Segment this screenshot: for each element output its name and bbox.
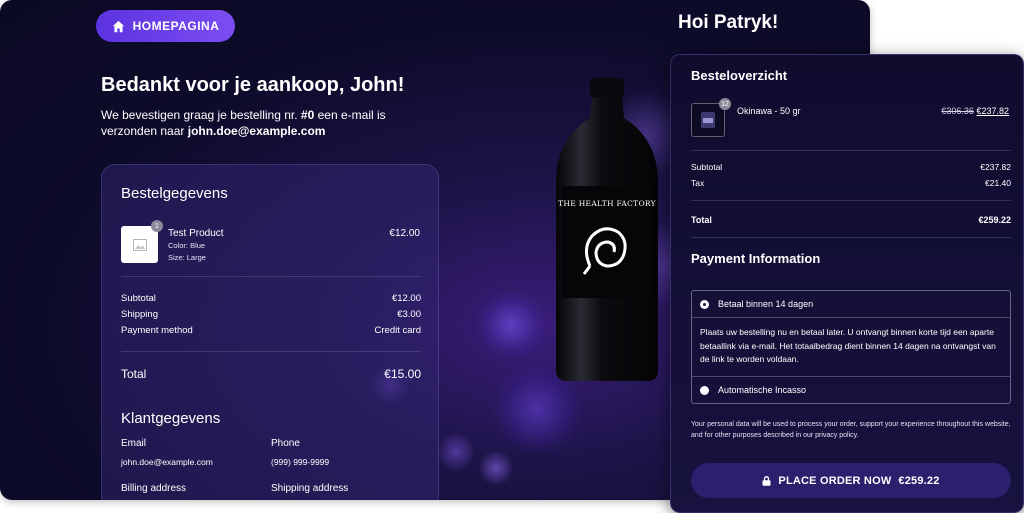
product-jar-image [701,112,715,128]
payment-method-value: Credit card [374,325,421,336]
summary-product-price: €306.36 €237.82 [941,106,1009,116]
place-order-button[interactable]: PLACE ORDER NOW €259.22 [691,463,1011,498]
customer-details-heading: Klantgegevens [121,410,221,427]
total-row: Total €15.00 [121,367,421,381]
old-price: €306.36 [941,106,974,116]
subtotal-label: Subtotal [121,293,156,304]
payment-option-pay-later[interactable]: Betaal binnen 14 dagen [692,291,1010,318]
subtotal-row: Subtotal €12.00 [121,293,421,304]
payment-option-direct-debit-label: Automatische Incasso [718,385,807,395]
place-order-label: PLACE ORDER NOW [778,474,892,487]
order-details-card: Bestelgegevens 1 Test Product Color: Blu… [101,164,439,500]
radio-selected[interactable] [700,299,709,309]
decorative-orb [478,450,514,486]
order-summary-title: Besteloverzicht [691,68,788,83]
decorative-orb [436,432,476,472]
shipping-address-label: Shipping address [271,483,349,494]
customer-phone-label: Phone [271,438,300,449]
quantity-badge: 1 [151,220,163,232]
confirmation-email: john.doe@example.com [187,124,326,138]
divider [691,200,1011,201]
billing-address-label: Billing address [121,483,187,494]
confirmation-message: We bevestigen graag je bestelling nr. #0… [101,107,431,139]
order-number: #0 [300,108,315,122]
decorative-orb [476,290,546,360]
shipping-value: €3.00 [397,309,421,320]
summary-subtotal-label: Subtotal [691,162,723,172]
checkout-summary-window: Besteloverzicht 12 Okinawa - 50 gr €306.… [670,54,1024,513]
order-details-heading: Bestelgegevens [121,185,228,202]
payment-option-description: Plaats uw bestelling nu en betaal later.… [700,327,996,364]
summary-tax-row: Tax €21.40 [691,178,1011,188]
greeting: Hoi Patryk! [678,12,779,33]
place-order-amount: €259.22 [898,474,940,487]
summary-total-row: Total €259.22 [691,215,1011,225]
summary-quantity-badge: 12 [719,98,731,110]
product-name: Test Product [168,228,224,239]
image-placeholder-icon [132,238,147,251]
payment-method-row: Payment method Credit card [121,325,421,336]
home-icon [112,20,124,32]
product-price: €12.00 [389,228,420,239]
payment-option-direct-debit[interactable]: Automatische Incasso [692,376,1010,403]
summary-subtotal-value: €237.82 [980,162,1011,172]
privacy-notice: Your personal data will be used to proce… [691,421,1011,439]
shipping-row: Shipping €3.00 [121,309,421,320]
radio-unselected[interactable] [700,385,709,395]
payment-information-title: Payment Information [691,251,821,266]
product-color: Color: Blue [168,241,206,250]
new-price: €237.82 [976,106,1009,116]
confirmation-line-pre: We bevestigen graag je bestelling nr. [101,108,298,122]
page-title: Bedankt voor je aankoop, John! [101,74,405,96]
summary-total-label: Total [691,215,712,225]
summary-subtotal-row: Subtotal €237.82 [691,162,1011,172]
payment-method-label: Payment method [121,325,193,336]
summary-tax-value: €21.40 [985,178,1011,188]
divider [121,351,421,352]
bottle-brand-text: THE HEALTH FACTORY [558,199,657,208]
product-thumbnail [121,226,158,263]
summary-total-value: €259.22 [978,215,1011,225]
total-value: €15.00 [384,367,421,381]
total-label: Total [121,367,147,381]
shipping-label: Shipping [121,309,158,320]
home-button[interactable]: HOMEPAGINA [96,10,235,42]
product-bottle-image: THE HEALTH FACTORY [556,78,658,381]
payment-option-pay-later-label: Betaal binnen 14 dagen [718,299,814,309]
summary-product-name: Okinawa - 50 gr [737,106,801,116]
lock-icon [762,475,771,486]
summary-tax-label: Tax [691,178,705,188]
payment-options: Betaal binnen 14 dagen Plaats uw bestell… [691,290,1011,404]
divider [691,237,1011,238]
customer-email-value: john.doe@example.com [121,457,213,467]
divider [121,276,421,277]
customer-phone-value: (999) 999-9999 [271,457,330,467]
customer-email-label: Email [121,438,147,449]
home-button-label: HOMEPAGINA [132,19,220,33]
product-size: Size: Large [168,253,206,262]
subtotal-value: €12.00 [391,293,421,304]
divider [691,150,1011,151]
